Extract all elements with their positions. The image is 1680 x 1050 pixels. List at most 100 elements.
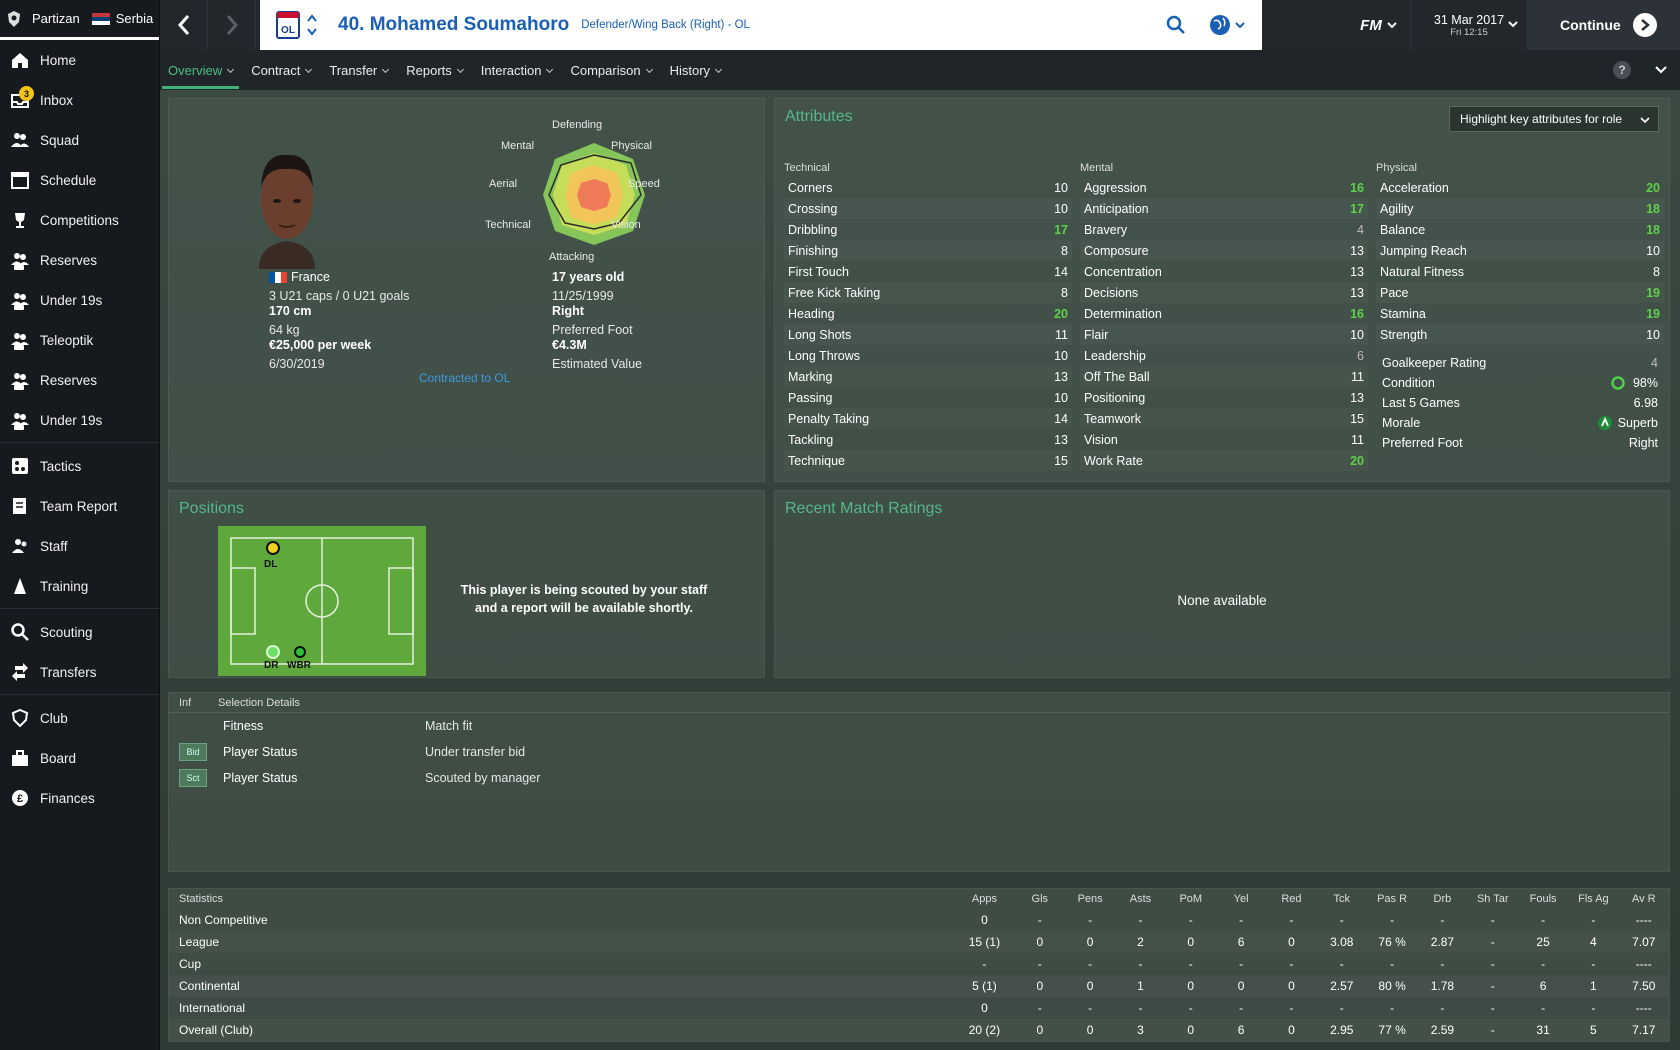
trophy-icon	[15, 213, 25, 228]
highlight-attributes-dropdown[interactable]: Highlight key attributes for role	[1449, 106, 1659, 132]
tab-reports[interactable]: Reports	[406, 55, 463, 86]
fm-menu-button[interactable]: FM	[1348, 0, 1410, 50]
statistics-column-header[interactable]: Yel	[1216, 889, 1266, 909]
attribute-row[interactable]: Pace 19	[1376, 282, 1664, 303]
attribute-row[interactable]: Concentration 13	[1080, 261, 1368, 282]
attribute-row[interactable]: Finishing 8	[784, 240, 1072, 261]
attribute-row[interactable]: Heading 20	[784, 303, 1072, 324]
help-icon[interactable]: ?	[1612, 60, 1632, 80]
statistics-row[interactable]: League 15 (1) 0 0 2 0 6 0 3.08 76 % 2.87 - 25 4 7.07	[169, 931, 1669, 953]
attribute-row[interactable]: Positioning 13	[1080, 387, 1368, 408]
attribute-row[interactable]: Long Shots 11	[784, 324, 1072, 345]
sidebar-item-team-report[interactable]: Team Report	[0, 486, 159, 526]
attribute-row[interactable]: Penalty Taking 14	[784, 408, 1072, 429]
attribute-row[interactable]: Flair 10	[1080, 324, 1368, 345]
statistics-column-header[interactable]: Gls	[1015, 889, 1065, 909]
statistics-column-header[interactable]: Statistics	[169, 889, 954, 909]
club-switcher[interactable]: Partizan Serbia	[0, 0, 159, 40]
attribute-row[interactable]: Corners 10	[784, 177, 1072, 198]
sidebar-item-finances[interactable]: £ Finances	[0, 778, 159, 818]
attribute-row[interactable]: Off The Ball 11	[1080, 366, 1368, 387]
sidebar-item-board[interactable]: Board	[0, 738, 159, 778]
sidebar-item-transfers[interactable]: Transfers	[0, 652, 159, 692]
attribute-row[interactable]: Determination 16	[1080, 303, 1368, 324]
statistics-column-header[interactable]: Apps	[954, 889, 1014, 909]
date-display[interactable]: 31 Mar 2017 Fri 12:15	[1410, 0, 1528, 50]
sidebar-item-under-19s[interactable]: Under 19s	[0, 280, 159, 320]
attribute-row[interactable]: Decisions 13	[1080, 282, 1368, 303]
attribute-name: Bravery	[1084, 222, 1128, 237]
tab-transfer[interactable]: Transfer	[329, 55, 388, 86]
sidebar-item-under-19s[interactable]: Under 19s	[0, 400, 159, 440]
statistics-cell: 0	[1086, 1023, 1094, 1037]
attribute-row[interactable]: Bravery 4	[1080, 219, 1368, 240]
continue-button[interactable]: Continue	[1528, 0, 1680, 50]
sidebar-item-inbox[interactable]: 3 Inbox	[0, 80, 159, 120]
attribute-row[interactable]: Leadership 6	[1080, 345, 1368, 366]
sidebar-item-tactics[interactable]: Tactics	[0, 446, 159, 486]
statistics-row[interactable]: Cup - - - - - - - - - - - - - ----	[169, 953, 1669, 975]
statistics-column-header[interactable]: Pens	[1065, 889, 1115, 909]
attribute-row[interactable]: Composure 13	[1080, 240, 1368, 261]
statistics-column-header[interactable]: Fouls	[1518, 889, 1568, 909]
statistics-row[interactable]: Non Competitive 0- - - - - - - - - - - - ----	[169, 909, 1669, 931]
statistics-column-header[interactable]: PoM	[1166, 889, 1216, 909]
statistics-column-header[interactable]: Tck	[1317, 889, 1367, 909]
attribute-row[interactable]: Stamina 19	[1376, 303, 1664, 324]
sidebar-item-teleoptik[interactable]: Teleoptik	[0, 320, 159, 360]
attribute-row[interactable]: Vision 11	[1080, 429, 1368, 450]
attribute-row[interactable]: Passing 10	[784, 387, 1072, 408]
attribute-row[interactable]: Tackling 13	[784, 429, 1072, 450]
statistics-row[interactable]: International 0- - - - - - - - - - - - ----	[169, 997, 1669, 1019]
search-icon[interactable]	[1166, 15, 1186, 35]
attribute-row[interactable]: Teamwork 15	[1080, 408, 1368, 429]
sidebar-item-reserves[interactable]: Reserves	[0, 360, 159, 400]
forward-button[interactable]	[208, 0, 256, 50]
attribute-row[interactable]: Long Throws 10	[784, 345, 1072, 366]
attribute-row[interactable]: First Touch 14	[784, 261, 1072, 282]
attribute-row[interactable]: Technique 15	[784, 450, 1072, 471]
attribute-row[interactable]: Balance 18	[1376, 219, 1664, 240]
chevron-down-icon[interactable]	[1654, 64, 1668, 76]
statistics-row[interactable]: Continental 5 (1) 0 0 1 0 0 0 2.57 80 % 1.78 - 6 1 7.5…	[169, 975, 1669, 997]
tab-contract[interactable]: Contract	[251, 55, 311, 86]
attribute-row[interactable]: Anticipation 17	[1080, 198, 1368, 219]
tab-comparison[interactable]: Comparison	[570, 55, 651, 86]
attribute-row[interactable]: Acceleration 20	[1376, 177, 1664, 198]
attribute-row[interactable]: Agility 18	[1376, 198, 1664, 219]
attribute-row[interactable]: Aggression 16	[1080, 177, 1368, 198]
sidebar-item-reserves[interactable]: Reserves	[0, 240, 159, 280]
attribute-row[interactable]: Work Rate 20	[1080, 450, 1368, 471]
sidebar-item-staff[interactable]: Staff	[0, 526, 159, 566]
player-switch-icon[interactable]	[306, 12, 318, 38]
attribute-row[interactable]: Strength 10	[1376, 324, 1664, 345]
attribute-row[interactable]: Natural Fitness 8	[1376, 261, 1664, 282]
tab-history[interactable]: History	[670, 55, 721, 86]
contracted-link[interactable]: Contracted to OL	[419, 371, 510, 385]
attribute-row[interactable]: Marking 13	[784, 366, 1072, 387]
attribute-row[interactable]: Jumping Reach 10	[1376, 240, 1664, 261]
statistics-column-header[interactable]: Red	[1266, 889, 1316, 909]
sidebar-item-home[interactable]: Home	[0, 40, 159, 80]
statistics-column-header[interactable]: Pas R	[1367, 889, 1417, 909]
attribute-row[interactable]: Crossing 10	[784, 198, 1072, 219]
statistics-column-header[interactable]: Av R	[1619, 889, 1669, 909]
statistics-column-header[interactable]: Sh Tar	[1468, 889, 1518, 909]
sidebar-item-competitions[interactable]: Competitions	[0, 200, 159, 240]
back-button[interactable]	[160, 0, 208, 50]
sidebar-item-schedule[interactable]: Schedule	[0, 160, 159, 200]
sidebar-item-scouting[interactable]: Scouting	[0, 612, 159, 652]
statistics-row[interactable]: Overall (Club) 20 (2) 0 0 3 0 6 0 2.95 77 % 2.59 - 3…	[169, 1019, 1669, 1041]
tab-interaction[interactable]: Interaction	[481, 55, 553, 86]
sidebar-item-training[interactable]: Training	[0, 566, 159, 606]
sidebar-item-squad[interactable]: Squad	[0, 120, 159, 160]
statistics-column-header[interactable]: Asts	[1115, 889, 1165, 909]
statistics-column-header[interactable]: Fls Ag	[1568, 889, 1618, 909]
attribute-row[interactable]: Dribbling 17	[784, 219, 1072, 240]
statistics-cell: 76 %	[1378, 935, 1406, 949]
sidebar-item-club[interactable]: Club	[0, 698, 159, 738]
globe-icon[interactable]	[1208, 13, 1248, 37]
statistics-column-header[interactable]: Drb	[1417, 889, 1467, 909]
attribute-row[interactable]: Free Kick Taking 8	[784, 282, 1072, 303]
tab-overview[interactable]: Overview	[161, 55, 240, 89]
